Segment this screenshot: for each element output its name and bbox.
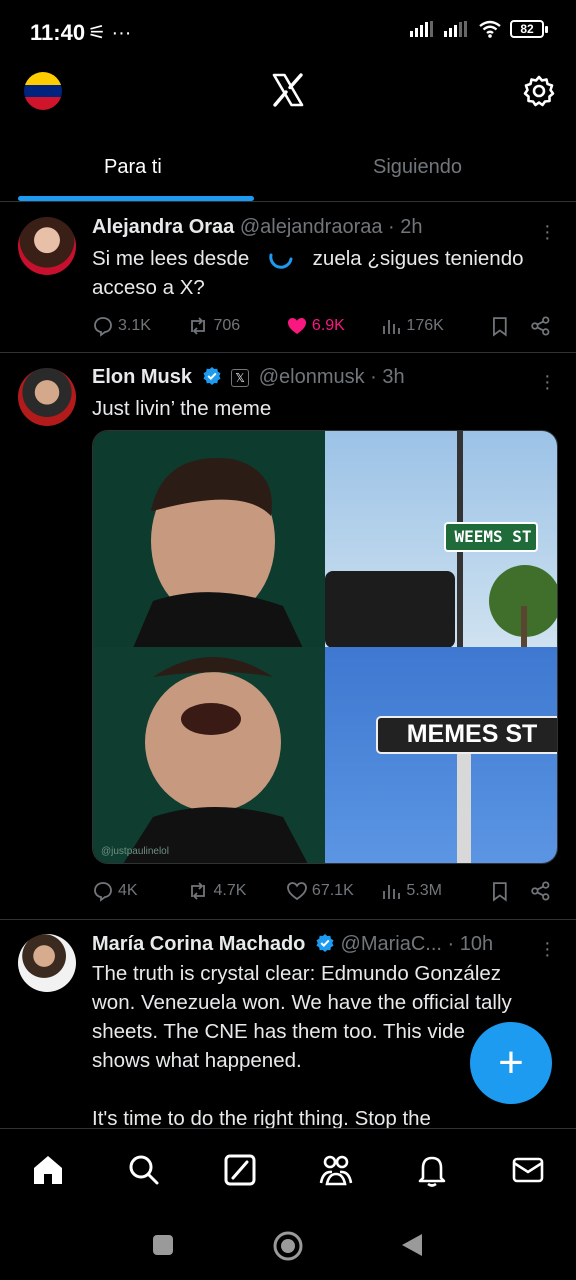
status-time: 11:40 <box>30 20 86 45</box>
home-system-icon[interactable] <box>272 1230 304 1262</box>
avatar[interactable] <box>18 217 76 275</box>
tab-para-ti[interactable]: Para ti <box>104 156 162 179</box>
reply-icon <box>94 882 112 902</box>
author-name[interactable]: María Corina Machado <box>92 933 305 955</box>
signal-icon <box>410 21 433 37</box>
avatar[interactable] <box>18 368 76 426</box>
tweet-text-part-2: zuela ¿sigues teniendo <box>312 247 524 270</box>
author-handle: @MariaC... · 10h <box>340 933 494 955</box>
author-name[interactable]: Elon Musk <box>92 366 192 388</box>
reply-icon <box>94 317 112 337</box>
bookmark-icon[interactable] <box>489 315 511 337</box>
tweet-text-part-3: acceso a X? <box>92 276 205 299</box>
reply-count: 4K <box>118 882 138 899</box>
repost-icon <box>191 317 206 335</box>
tweet-elon[interactable]: Elon Musk 𝕏 @elonmusk · 3h · · · Just livi… <box>0 353 576 920</box>
tweet-line: won. Venezuela won. We have the official… <box>92 991 512 1014</box>
verified-badge-icon <box>316 934 334 952</box>
share-icon[interactable] <box>530 315 552 337</box>
views-button[interactable]: 176K <box>380 315 488 337</box>
status-bar: 11:40 ⚟ ··· 82 <box>0 0 576 62</box>
more-options-icon[interactable]: · · · <box>544 366 551 398</box>
repost-button[interactable]: 4.7K <box>187 880 285 902</box>
compose-post-button[interactable]: + <box>470 1022 552 1104</box>
views-count: 176K <box>406 317 444 334</box>
active-tab-indicator <box>18 196 254 201</box>
views-icon <box>383 320 401 334</box>
bookmark-icon[interactable] <box>489 880 511 902</box>
views-count: 5.3M <box>406 882 442 899</box>
tweet-media-image[interactable]: WEEMS ST @justpaulinelol MEMES ST <box>92 430 558 864</box>
author-name[interactable]: Alejandra Oraa <box>92 216 234 238</box>
tweet-alejandra[interactable]: Alejandra Oraa @alejandraoraa · 2h · · · S… <box>0 203 576 353</box>
like-icon-filled <box>287 318 306 334</box>
battery-icon: 82 <box>510 20 548 38</box>
tweet-header: Elon Musk 𝕏 @elonmusk · 3h <box>92 366 405 389</box>
author-handle: @alejandraoraa · 2h <box>239 216 423 238</box>
grok-icon[interactable] <box>223 1153 257 1187</box>
tweet-actions: 4K 4.7K 67.1K 5.3M <box>92 878 552 904</box>
status-notification-icons: ⚟ ··· <box>88 22 132 44</box>
reply-button[interactable]: 3.1K <box>92 315 187 337</box>
views-icon <box>383 885 401 899</box>
like-button[interactable]: 67.1K <box>286 880 381 902</box>
profile-avatar-venezuela-flag[interactable] <box>24 72 62 110</box>
like-count: 67.1K <box>311 882 354 899</box>
reply-count: 3.1K <box>118 317 151 334</box>
tweet-text: Just livin’ the meme <box>92 397 272 420</box>
top-bar <box>0 62 576 124</box>
gear-icon[interactable] <box>522 74 556 108</box>
bottom-navigation <box>0 1128 576 1212</box>
tweet-text: Si me lees desde zuela ¿sigues teniendo … <box>92 244 552 302</box>
share-icon[interactable] <box>530 880 552 902</box>
feed-tabs: Para ti Siguiendo <box>0 140 576 202</box>
tweet-actions: 3.1K 706 6.9K 176K <box>92 313 552 339</box>
sign-weems-st: WEEMS ST <box>454 527 532 546</box>
communities-icon[interactable] <box>319 1153 353 1187</box>
repost-count: 706 <box>213 317 241 334</box>
loading-spinner-icon <box>269 253 293 269</box>
tab-siguiendo[interactable]: Siguiendo <box>373 156 462 179</box>
tweet-line: The truth is crystal clear: Edmundo Gonz… <box>92 962 502 985</box>
meme-panel-memes-st: MEMES ST <box>325 647 557 863</box>
home-icon[interactable] <box>31 1153 65 1187</box>
tweet-header: María Corina Machado @MariaC... · 10h <box>92 933 493 956</box>
status-right-icons: 82 <box>410 20 548 38</box>
image-watermark: @justpaulinelol <box>101 846 169 857</box>
mail-icon[interactable] <box>511 1153 545 1187</box>
wifi-icon <box>479 20 501 38</box>
views-button[interactable]: 5.3M <box>380 880 488 902</box>
repost-button[interactable]: 706 <box>187 315 285 337</box>
meme-panel-smirk <box>93 431 325 647</box>
repost-count: 4.7K <box>213 882 247 899</box>
more-options-icon[interactable]: · · · <box>544 933 551 965</box>
verified-badge-icon <box>203 367 221 385</box>
x-affiliation-badge-icon: 𝕏 <box>231 369 250 387</box>
recent-apps-icon[interactable] <box>151 1233 175 1257</box>
like-button[interactable]: 6.9K <box>286 315 381 337</box>
tweet-text-part-1: Si me lees desde <box>92 247 250 270</box>
like-count: 6.9K <box>311 317 345 334</box>
tweet-header: Alejandra Oraa @alejandraoraa · 2h <box>92 216 423 239</box>
signal-icon-2 <box>444 21 467 37</box>
reply-button[interactable]: 4K <box>92 880 187 902</box>
x-logo-icon[interactable] <box>270 72 306 108</box>
back-icon[interactable] <box>400 1232 424 1258</box>
like-icon <box>287 882 307 901</box>
meme-panel-weems-st: WEEMS ST <box>325 431 557 647</box>
repost-icon <box>191 882 206 900</box>
more-options-icon[interactable]: · · · <box>544 216 551 248</box>
sign-memes-st: MEMES ST <box>406 720 538 748</box>
search-icon[interactable] <box>127 1153 161 1187</box>
system-navigation-bar <box>0 1212 576 1280</box>
meme-panel-laugh: @justpaulinelol <box>93 647 325 863</box>
bell-icon[interactable] <box>415 1153 449 1187</box>
avatar[interactable] <box>18 934 76 992</box>
author-handle: @elonmusk · 3h <box>258 366 405 388</box>
